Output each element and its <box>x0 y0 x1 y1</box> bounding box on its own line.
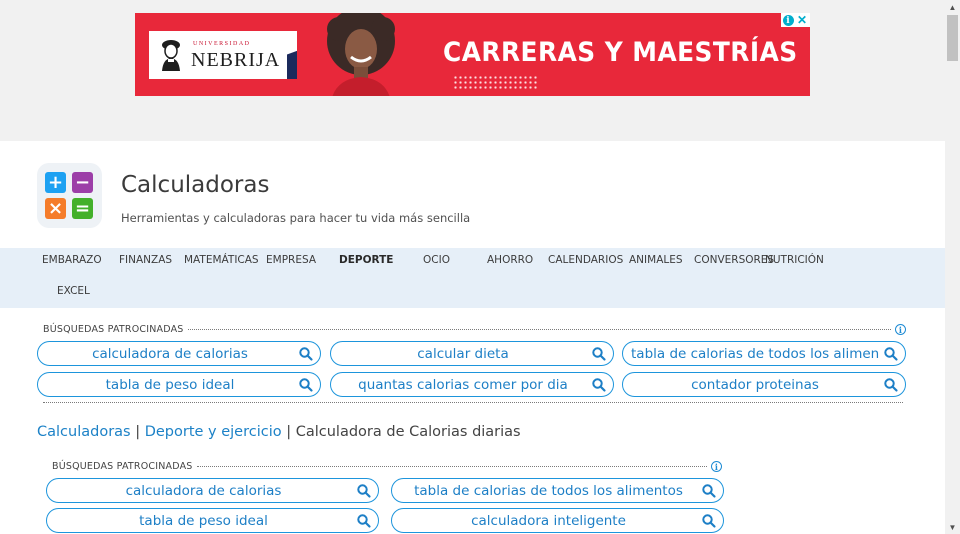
nav-item-conversores[interactable]: CONVERSORES <box>694 254 774 266</box>
sponsored-search-pill[interactable]: contador proteinas <box>622 372 906 397</box>
sponsored-search-pill[interactable]: calculadora de calorias <box>37 341 321 366</box>
ad-logo-text: NEBRIJA <box>191 49 281 71</box>
pill-label: quantas calorias comer por dia <box>358 376 568 393</box>
dotted-divider <box>43 402 903 403</box>
info-icon: i <box>782 15 794 26</box>
search-icon <box>702 513 716 528</box>
ad-stripe <box>287 31 297 79</box>
pill-label: tabla de peso ideal <box>139 512 268 529</box>
main-nav: EMBARAZO FINANZAS MATEMÁTICAS EMPRESA DE… <box>0 248 945 308</box>
sponsored-label: BÚSQUEDAS PATROCINADAS <box>52 461 193 472</box>
sponsored-search-pill[interactable]: quantas calorias comer por dia <box>330 372 614 397</box>
nav-item-matematicas[interactable]: MATEMÁTICAS <box>184 254 259 266</box>
ad-logo: UNIVERSIDAD NEBRIJA <box>149 31 287 79</box>
breadcrumb-separator: | <box>135 424 141 440</box>
ad-dots-decoration <box>453 75 539 89</box>
pill-label: tabla de calorias de todos los alimentos <box>414 482 683 499</box>
scroll-down-icon[interactable]: ▼ <box>945 520 960 534</box>
search-icon <box>299 346 313 361</box>
minus-icon: − <box>72 172 93 193</box>
ad-headline: CARRERAS Y MAESTRÍAS <box>443 37 798 68</box>
search-icon <box>702 483 716 498</box>
sponsored-header: BÚSQUEDAS PATROCINADAS i <box>43 324 906 335</box>
nav-item-empresa[interactable]: EMPRESA <box>266 254 316 266</box>
pill-label: tabla de calorias de todos los alimentos <box>631 345 879 362</box>
ad-person-image <box>327 13 395 96</box>
nav-item-ahorro[interactable]: AHORRO <box>487 254 533 266</box>
sponsored-search-pill[interactable]: tabla de calorias de todos los alimentos <box>391 478 724 503</box>
equals-icon: = <box>72 198 93 219</box>
pill-label: tabla de peso ideal <box>105 376 235 393</box>
sponsored-search-pill[interactable]: tabla de peso ideal <box>46 508 379 533</box>
nav-item-excel[interactable]: EXCEL <box>57 285 90 297</box>
scroll-up-icon[interactable]: ▲ <box>945 0 960 14</box>
close-icon: ✕ <box>796 13 808 27</box>
plus-icon: + <box>45 172 66 193</box>
search-icon <box>884 377 898 392</box>
search-icon <box>592 377 606 392</box>
search-icon <box>357 483 371 498</box>
nav-item-embarazo[interactable]: EMBARAZO <box>42 254 102 266</box>
search-icon <box>592 346 606 361</box>
pill-label: calcular dieta <box>417 345 509 362</box>
scrollbar[interactable]: ▲ ▼ <box>945 0 960 534</box>
nav-item-deporte[interactable]: DEPORTE <box>339 254 393 266</box>
ad-logo-small-text: UNIVERSIDAD <box>193 41 251 47</box>
sponsored-header: BÚSQUEDAS PATROCINADAS i <box>52 461 722 472</box>
site-title[interactable]: Calculadoras <box>121 172 269 198</box>
pill-label: calculadora de calorias <box>92 345 248 362</box>
nav-item-finanzas[interactable]: FINANZAS <box>119 254 172 266</box>
pill-label: contador proteinas <box>691 376 819 393</box>
dotted-divider <box>187 329 891 330</box>
search-icon <box>884 346 898 361</box>
multiply-icon: × <box>45 198 66 219</box>
sponsored-search-pill[interactable]: calculadora inteligente <box>391 508 724 533</box>
info-icon[interactable]: i <box>711 461 722 472</box>
nav-item-animales[interactable]: ANIMALES <box>629 254 683 266</box>
scrollbar-thumb[interactable] <box>947 15 958 61</box>
ad-close-button[interactable]: ✕ <box>795 13 809 27</box>
nav-item-nutricion[interactable]: NUTRICIÓN <box>765 254 824 266</box>
info-icon[interactable]: i <box>895 324 906 335</box>
sponsored-search-pill[interactable]: tabla de peso ideal <box>37 372 321 397</box>
dotted-divider <box>196 466 707 467</box>
pill-label: calculadora inteligente <box>471 512 626 529</box>
ad-banner[interactable]: UNIVERSIDAD NEBRIJA CARRERAS Y MAESTRÍAS <box>135 13 810 96</box>
breadcrumb-current: Calculadora de Calorias diarias <box>295 424 521 440</box>
nav-item-calendarios[interactable]: CALENDARIOS <box>548 254 623 266</box>
breadcrumb-section-link[interactable]: Deporte y ejercicio <box>145 424 282 440</box>
breadcrumb-separator: | <box>286 424 292 440</box>
pill-label: calculadora de calorias <box>125 482 282 499</box>
search-icon <box>357 513 371 528</box>
breadcrumb: Calculadoras | Deporte y ejercicio | Cal… <box>37 424 521 440</box>
site-subtitle: Herramientas y calculadoras para hacer t… <box>121 211 471 225</box>
ad-controls: i ✕ <box>781 13 810 27</box>
breadcrumb-home-link[interactable]: Calculadoras <box>37 424 131 440</box>
sponsored-search-pill[interactable]: calcular dieta <box>330 341 614 366</box>
ad-zone: UNIVERSIDAD NEBRIJA CARRERAS Y MAESTRÍAS… <box>0 0 945 141</box>
nebrija-figure-icon <box>162 40 180 71</box>
ad-info-button[interactable]: i <box>781 13 795 27</box>
site-logo-icon[interactable]: + − × = <box>37 163 102 228</box>
sponsored-search-pill[interactable]: calculadora de calorias <box>46 478 379 503</box>
nav-item-ocio[interactable]: OCIO <box>423 254 450 266</box>
search-icon <box>299 377 313 392</box>
sponsored-label: BÚSQUEDAS PATROCINADAS <box>43 324 184 335</box>
sponsored-search-pill[interactable]: tabla de calorias de todos los alimentos <box>622 341 906 366</box>
